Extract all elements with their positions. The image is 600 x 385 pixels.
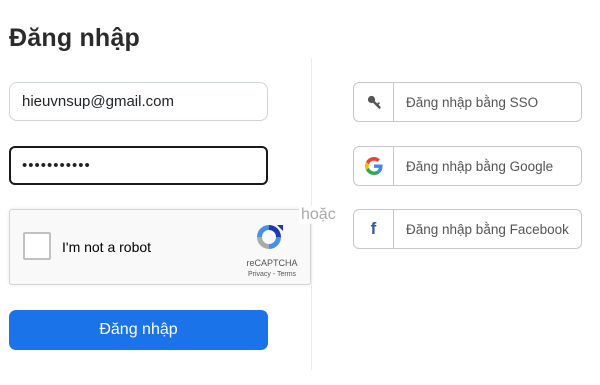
sso-login-button[interactable]: Đăng nhập bằng SSO xyxy=(353,82,582,122)
recaptcha-label: I'm not a robot xyxy=(62,239,152,255)
google-login-button[interactable]: Đăng nhập bằng Google xyxy=(353,146,582,186)
recaptcha-brand: reCAPTCHA xyxy=(246,258,298,268)
facebook-icon: f xyxy=(354,210,394,248)
google-login-label: Đăng nhập bằng Google xyxy=(406,159,554,174)
password-field[interactable] xyxy=(9,146,268,185)
key-icon xyxy=(354,83,394,121)
recaptcha-terms-link[interactable]: Privacy - Terms xyxy=(240,271,304,278)
login-button[interactable]: Đăng nhập xyxy=(9,310,268,350)
sso-login-label: Đăng nhập bằng SSO xyxy=(406,95,539,110)
recaptcha-widget: I'm not a robot reCAPTCHA Privacy - Term… xyxy=(9,209,311,285)
facebook-login-button[interactable]: f Đăng nhập bằng Facebook xyxy=(353,209,582,249)
google-icon xyxy=(354,147,394,185)
or-separator: hoặc xyxy=(299,206,338,224)
recaptcha-logo-icon xyxy=(257,225,283,249)
email-field[interactable] xyxy=(9,82,268,121)
facebook-login-label: Đăng nhập bằng Facebook xyxy=(406,222,569,237)
page-title: Đăng nhập xyxy=(9,24,140,52)
recaptcha-checkbox[interactable] xyxy=(23,232,51,260)
